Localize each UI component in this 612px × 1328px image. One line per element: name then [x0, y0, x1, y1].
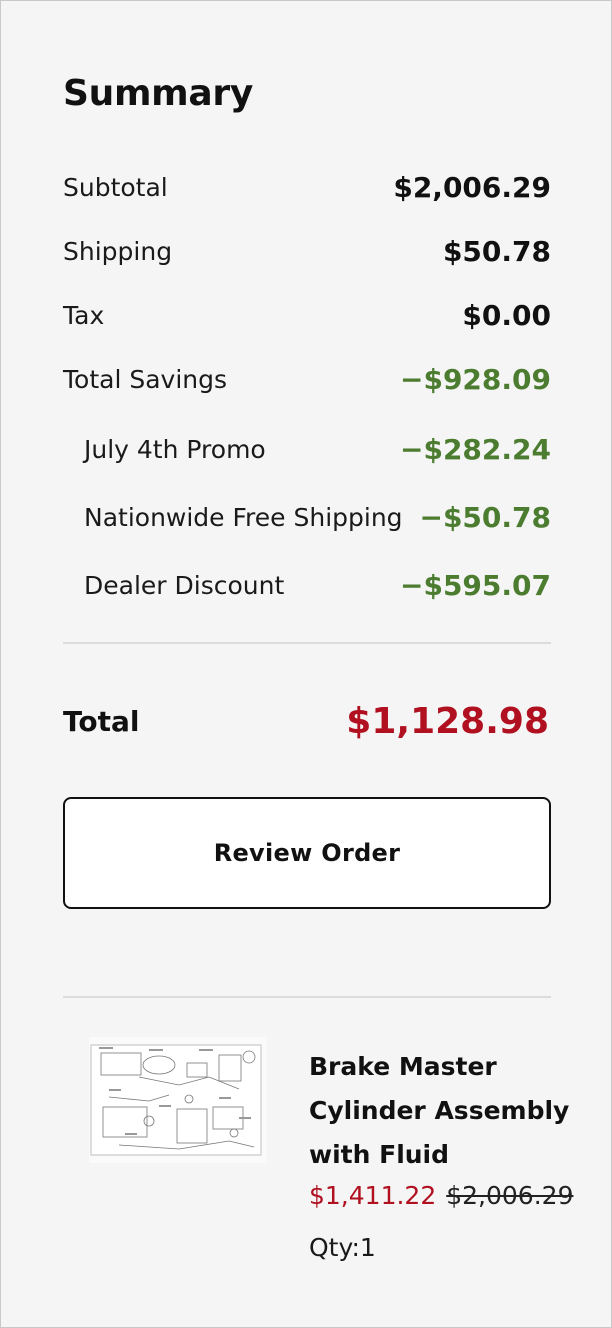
total-savings-amount: −$928.09 — [400, 363, 551, 396]
free-shipping-row: Nationwide Free Shipping −$50.78 — [63, 497, 551, 541]
sale-price: $1,411.22 — [309, 1181, 437, 1210]
product-thumbnail[interactable] — [89, 1037, 267, 1163]
dealer-discount-row: Dealer Discount −$595.07 — [63, 565, 551, 609]
total-amount: $1,128.98 — [346, 701, 549, 742]
subtotal-label: Subtotal — [63, 173, 168, 202]
subtotal-amount: $2,006.29 — [393, 171, 551, 204]
tax-label: Tax — [63, 301, 105, 330]
parts-diagram-icon — [90, 1044, 262, 1156]
tax-amount: $0.00 — [462, 299, 551, 332]
tax-row: Tax $0.00 — [63, 295, 551, 339]
july-4th-promo-label: July 4th Promo — [84, 435, 266, 464]
free-shipping-label: Nationwide Free Shipping — [84, 503, 403, 532]
total-label: Total — [63, 705, 140, 738]
divider — [63, 996, 551, 998]
shipping-amount: $50.78 — [442, 235, 551, 268]
total-savings-label: Total Savings — [63, 365, 228, 394]
july-4th-promo-row: July 4th Promo −$282.24 — [63, 429, 551, 473]
subtotal-row: Subtotal $2,006.29 — [63, 167, 551, 211]
dealer-discount-amount: −$595.07 — [400, 569, 551, 602]
shipping-row: Shipping $50.78 — [63, 231, 551, 275]
summary-title: Summary — [63, 73, 253, 114]
product-quantity: Qty:1 — [309, 1233, 376, 1262]
total-savings-row: Total Savings −$928.09 — [63, 359, 551, 403]
product-name[interactable]: Brake Master Cylinder Assembly with Flui… — [309, 1045, 579, 1177]
review-order-button[interactable]: Review Order — [63, 797, 551, 909]
free-shipping-amount: −$50.78 — [419, 501, 551, 534]
july-4th-promo-amount: −$282.24 — [400, 433, 551, 466]
order-summary-panel: Summary Subtotal $2,006.29 Shipping $50.… — [0, 0, 612, 1328]
shipping-label: Shipping — [63, 237, 173, 266]
dealer-discount-label: Dealer Discount — [84, 571, 285, 600]
original-price: $2,006.29 — [446, 1181, 574, 1210]
divider — [63, 642, 551, 644]
product-price-row: $1,411.22 $2,006.29 — [309, 1181, 573, 1210]
